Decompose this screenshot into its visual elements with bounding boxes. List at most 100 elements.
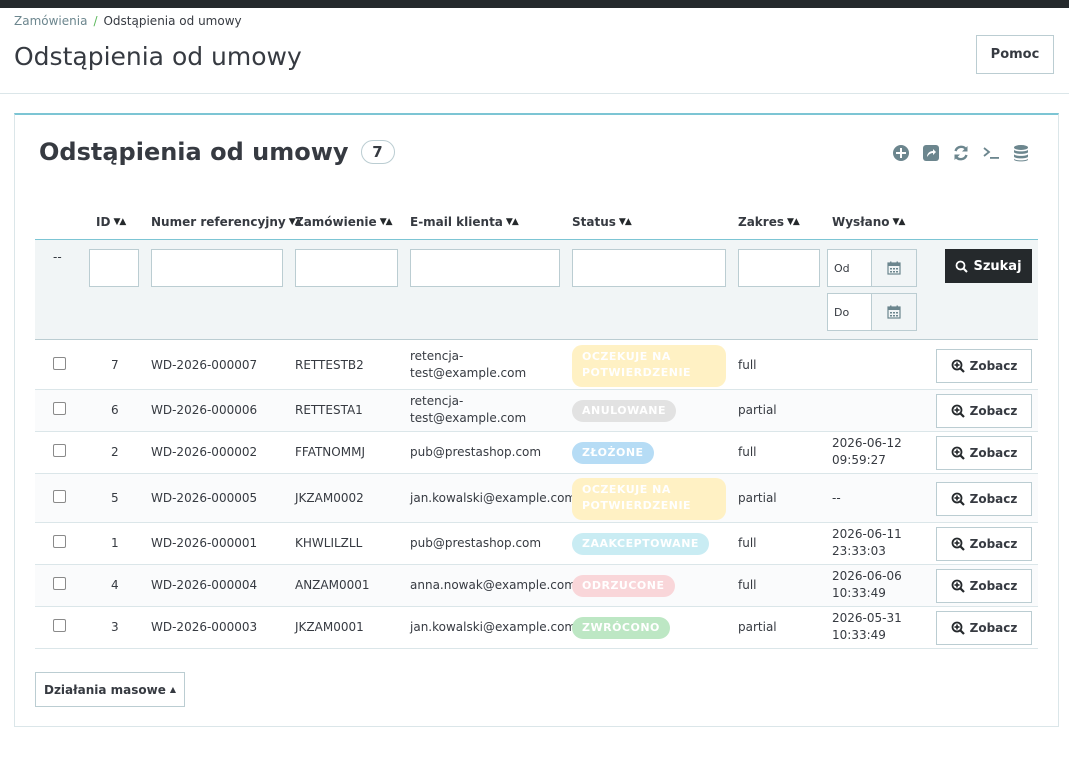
zoom-in-icon [951, 446, 965, 460]
search-icon [956, 260, 969, 273]
filter-row: -- Od Do Szukaj [35, 240, 1038, 340]
column-header-scope[interactable]: Zakres ▼▲ [738, 215, 800, 229]
date-to-input[interactable]: Do [827, 293, 872, 331]
filter-date-to: Do [827, 293, 917, 331]
cell-sent: 2026-06-11 23:33:03 [832, 527, 902, 558]
sql-icon[interactable] [981, 143, 1000, 162]
row-checkbox[interactable] [53, 356, 66, 370]
cell-email: pub@prestashop.com [410, 536, 542, 550]
cell-id: 5 [111, 490, 119, 505]
filter-id-input[interactable] [89, 249, 139, 287]
column-header-id[interactable]: ID ▼▲ [96, 215, 126, 229]
column-header-status[interactable]: Status ▼▲ [572, 215, 632, 229]
view-button[interactable]: Zobacz [936, 611, 1032, 645]
cell-id: 2 [111, 445, 119, 459]
view-button-label: Zobacz [969, 621, 1018, 635]
breadcrumb-current: Odstąpienia od umowy [103, 14, 242, 28]
cell-id: 7 [111, 357, 119, 372]
help-button[interactable]: Pomoc [976, 35, 1054, 74]
panel-toolbar [891, 143, 1030, 162]
cell-order: RETTESTB2 [295, 357, 364, 372]
export-icon[interactable] [921, 143, 940, 162]
table-row[interactable]: 7 WD-2026-000007 RETTESTB2 retencja-test@ex… [35, 341, 1038, 390]
sort-icon[interactable]: ▼▲ [113, 217, 126, 227]
filter-order-input[interactable] [295, 249, 398, 287]
cell-email: retencja-test@example.com [410, 348, 527, 380]
view-button-label: Zobacz [969, 579, 1018, 593]
table-row[interactable]: 2 WD-2026-000002 FFATNOMMJ pub@prestashop.c… [35, 432, 1038, 474]
row-checkbox[interactable] [53, 489, 66, 503]
view-button[interactable]: Zobacz [936, 436, 1032, 470]
cell-scope: full [738, 536, 757, 550]
table-header: ID ▼▲ Numer referencyjny ▼▲ Zamówienie ▼▲ E… [35, 215, 1038, 239]
page-title: Odstąpienia od umowy [14, 42, 302, 71]
row-checkbox[interactable] [53, 535, 66, 548]
panel-title-text: Odstąpienia od umowy [39, 138, 349, 166]
filter-email-input[interactable] [410, 249, 560, 287]
calendar-icon[interactable] [872, 249, 917, 287]
sort-icon[interactable]: ▼▲ [380, 217, 393, 227]
table-row[interactable]: 5 WD-2026-000005 JKZAM0002 jan.kowalski@exa… [35, 474, 1038, 523]
bulk-actions-button[interactable]: Działania masowe ▲ [35, 672, 185, 707]
sort-icon[interactable]: ▼▲ [787, 217, 800, 227]
filter-date-from: Od [827, 249, 917, 287]
panel-title: Odstąpienia od umowy 7 [39, 138, 395, 166]
cell-order: KHWLILZLL [295, 536, 363, 550]
view-button-label: Zobacz [969, 446, 1018, 460]
cell-id: 6 [111, 403, 119, 417]
cell-sent: 2026-06-06 10:33:49 [832, 569, 902, 600]
cell-email: anna.nowak@example.com [410, 578, 576, 592]
zoom-in-icon [951, 404, 965, 418]
table-row[interactable]: 4 WD-2026-000004 ANZAM0001 anna.nowak@examp… [35, 565, 1038, 607]
view-button-label: Zobacz [969, 358, 1018, 373]
zoom-in-icon [951, 537, 965, 551]
breadcrumb-parent[interactable]: Zamówienia [14, 14, 87, 28]
cell-scope: full [738, 578, 757, 592]
filter-status-input[interactable] [572, 249, 726, 287]
column-header-sent[interactable]: Wysłano ▼▲ [832, 215, 906, 229]
calendar-icon[interactable] [872, 293, 917, 331]
filter-scope-input[interactable] [738, 249, 820, 287]
row-checkbox[interactable] [53, 444, 66, 457]
row-checkbox[interactable] [53, 619, 66, 632]
database-icon[interactable] [1011, 143, 1030, 162]
view-button[interactable]: Zobacz [936, 481, 1032, 516]
caret-up-icon: ▲ [169, 685, 176, 694]
status-badge: ZAAKCEPTOWANE [572, 533, 709, 555]
zoom-in-icon [951, 579, 965, 593]
view-button[interactable]: Zobacz [936, 569, 1032, 603]
sort-icon[interactable]: ▼▲ [619, 217, 632, 227]
date-from-input[interactable]: Od [827, 249, 872, 287]
cell-order: FFATNOMMJ [295, 445, 365, 459]
column-header-email[interactable]: E-mail klienta ▼▲ [410, 215, 519, 229]
row-checkbox[interactable] [53, 577, 66, 590]
view-button[interactable]: Zobacz [936, 527, 1032, 561]
table-row[interactable]: 6 WD-2026-000006 RETTESTA1 retencja-test@ex… [35, 390, 1038, 432]
table-row[interactable]: 3 WD-2026-000003 JKZAM0001 jan.kowalski@exa… [35, 607, 1038, 649]
search-button[interactable]: Szukaj [945, 249, 1032, 283]
column-header-reference[interactable]: Numer referencyjny ▼▲ [151, 215, 302, 229]
view-button[interactable]: Zobacz [936, 348, 1032, 383]
view-button-label: Zobacz [969, 404, 1018, 418]
refresh-icon[interactable] [951, 143, 970, 162]
sort-icon[interactable]: ▼▲ [506, 217, 519, 227]
sort-icon[interactable]: ▼▲ [893, 217, 906, 227]
status-badge: OCZEKUJE NA POTWIERDZENIE [572, 477, 726, 520]
status-badge: OCZEKUJE NA POTWIERDZENIE [572, 344, 726, 387]
table-row[interactable]: 1 WD-2026-000001 KHWLILZLL pub@prestashop.c… [35, 523, 1038, 565]
column-header-order[interactable]: Zamówienie ▼▲ [295, 215, 393, 229]
view-button-label: Zobacz [969, 491, 1018, 506]
status-badge: ZŁOŻONE [572, 442, 654, 464]
cell-scope: full [738, 445, 757, 459]
zoom-in-icon [951, 359, 965, 373]
add-icon[interactable] [891, 143, 910, 162]
header-divider [0, 93, 1069, 94]
filter-reference-input[interactable] [151, 249, 283, 287]
view-button[interactable]: Zobacz [936, 394, 1032, 428]
cell-sent: -- [832, 490, 841, 505]
cell-reference: WD-2026-000006 [151, 403, 258, 417]
cell-sent: 2026-06-12 09:59:27 [832, 436, 902, 467]
status-badge: ANULOWANE [572, 400, 676, 422]
count-badge: 7 [360, 140, 395, 164]
row-checkbox[interactable] [53, 402, 66, 415]
